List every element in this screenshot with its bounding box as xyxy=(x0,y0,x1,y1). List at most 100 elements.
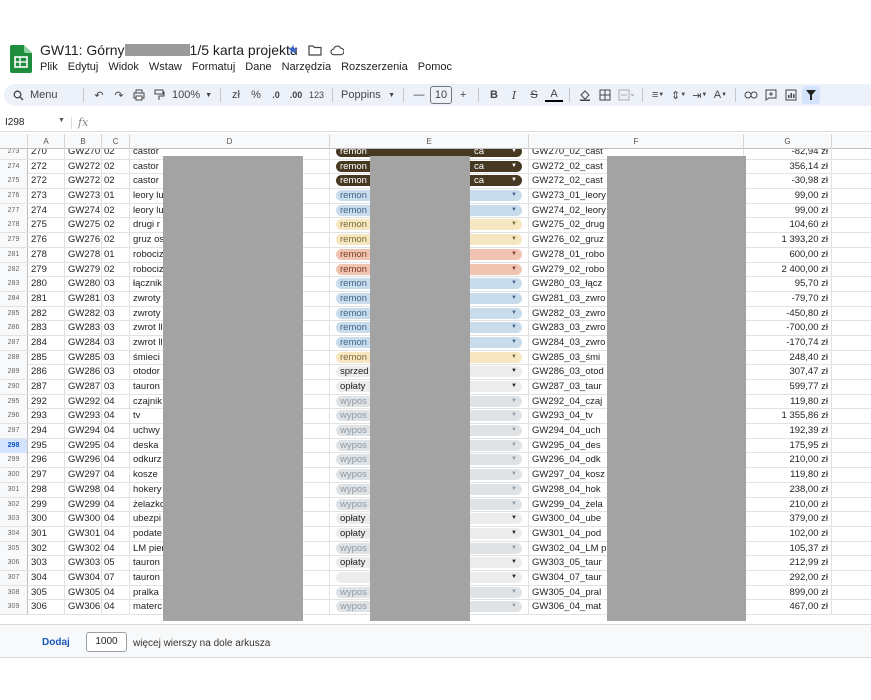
cell-g[interactable]: 307,47 zł xyxy=(744,365,832,380)
cell-b[interactable]: GW295 xyxy=(65,438,102,453)
cell-g[interactable]: 192,39 zł xyxy=(744,424,832,439)
cell-g[interactable]: -82,94 zł xyxy=(744,149,832,159)
row-number[interactable]: 286 xyxy=(0,321,28,336)
cell-b[interactable]: GW270 xyxy=(65,149,102,159)
cell-b[interactable]: GW303 xyxy=(65,556,102,571)
cell-g[interactable]: 599,77 zł xyxy=(744,380,832,394)
cell-b[interactable]: GW273 xyxy=(65,189,102,204)
cell-g[interactable]: 1 355,86 zł xyxy=(744,409,832,424)
cell-c[interactable]: 02 xyxy=(102,174,130,189)
cell-b[interactable]: GW294 xyxy=(65,424,102,439)
cell-a[interactable]: 276 xyxy=(28,233,65,248)
insert-chart-icon[interactable] xyxy=(782,86,800,104)
row-number[interactable]: 287 xyxy=(0,335,28,350)
cell-b[interactable]: GW305 xyxy=(65,585,102,600)
cell-c[interactable]: 04 xyxy=(102,453,130,468)
cell-c[interactable]: 03 xyxy=(102,321,130,336)
cell-c[interactable]: 04 xyxy=(102,409,130,424)
cell-b[interactable]: GW280 xyxy=(65,277,102,292)
cell-g[interactable]: 99,00 zł xyxy=(744,189,832,204)
cell-c[interactable]: 02 xyxy=(102,233,130,248)
row-number[interactable]: 277 xyxy=(0,203,28,218)
paint-format-icon[interactable] xyxy=(150,86,168,104)
cell-b[interactable]: GW281 xyxy=(65,291,102,306)
cell-a[interactable]: 287 xyxy=(28,380,65,394)
row-number[interactable]: 301 xyxy=(0,482,28,497)
cell-a[interactable]: 284 xyxy=(28,335,65,350)
cell-a[interactable]: 275 xyxy=(28,218,65,233)
cell-g[interactable]: 248,40 zł xyxy=(744,350,832,365)
cell-g[interactable]: 210,00 zł xyxy=(744,497,832,512)
text-rotation-icon[interactable]: A ▼ xyxy=(711,86,729,104)
cell-g[interactable]: -700,00 zł xyxy=(744,321,832,336)
cell-g[interactable]: -170,74 zł xyxy=(744,335,832,350)
cell-c[interactable]: 03 xyxy=(102,365,130,380)
row-number[interactable]: 306 xyxy=(0,556,28,571)
cell-b[interactable]: GW285 xyxy=(65,350,102,365)
font-select[interactable]: Poppins ▼ xyxy=(339,86,397,104)
add-rows-button[interactable]: Dodaj xyxy=(42,637,70,648)
row-number[interactable]: 298 xyxy=(0,438,28,453)
column-header-a[interactable]: A xyxy=(28,134,65,149)
row-number[interactable]: 276 xyxy=(0,189,28,204)
cell-a[interactable]: 295 xyxy=(28,438,65,453)
row-number[interactable]: 303 xyxy=(0,512,28,527)
column-header-d[interactable]: D xyxy=(130,134,330,149)
cell-c[interactable]: 03 xyxy=(102,306,130,321)
cell-b[interactable]: GW300 xyxy=(65,512,102,527)
cell-g[interactable]: 175,95 zł xyxy=(744,438,832,453)
cell-a[interactable]: 294 xyxy=(28,424,65,439)
row-number[interactable]: 273 xyxy=(0,149,28,159)
menu-edytuj[interactable]: Edytuj xyxy=(68,61,99,73)
bold-button[interactable]: B xyxy=(485,86,503,104)
menu-rozszerzenia[interactable]: Rozszerzenia xyxy=(341,61,408,73)
cell-a[interactable]: 306 xyxy=(28,600,65,615)
italic-button[interactable]: I xyxy=(505,86,523,104)
cell-b[interactable]: GW284 xyxy=(65,335,102,350)
cell-b[interactable]: GW304 xyxy=(65,570,102,585)
menu-plik[interactable]: Plik xyxy=(40,61,58,73)
cell-a[interactable]: 272 xyxy=(28,159,65,174)
menu-pomoc[interactable]: Pomoc xyxy=(418,61,452,73)
cell-g[interactable]: 210,00 zł xyxy=(744,453,832,468)
cell-b[interactable]: GW302 xyxy=(65,541,102,556)
cell-a[interactable]: 280 xyxy=(28,277,65,292)
cell-a[interactable]: 272 xyxy=(28,174,65,189)
cell-a[interactable]: 298 xyxy=(28,482,65,497)
row-number[interactable]: 309 xyxy=(0,600,28,615)
filter-icon[interactable] xyxy=(802,86,821,104)
cell-c[interactable]: 04 xyxy=(102,468,130,483)
row-number[interactable]: 296 xyxy=(0,409,28,424)
cell-c[interactable]: 04 xyxy=(102,600,130,615)
cell-c[interactable]: 04 xyxy=(102,438,130,453)
cell-c[interactable]: 03 xyxy=(102,277,130,292)
row-number[interactable]: 274 xyxy=(0,159,28,174)
cell-g[interactable]: 119,80 zł xyxy=(744,468,832,483)
cell-c[interactable]: 01 xyxy=(102,247,130,262)
cell-g[interactable]: 102,00 zł xyxy=(744,526,832,541)
row-number[interactable]: 307 xyxy=(0,570,28,585)
cell-c[interactable]: 03 xyxy=(102,291,130,306)
menu-dane[interactable]: Dane xyxy=(245,61,271,73)
row-number[interactable]: 284 xyxy=(0,291,28,306)
cell-a[interactable]: 286 xyxy=(28,365,65,380)
text-wrap-icon[interactable]: ⇥ ▼ xyxy=(690,86,709,104)
cell-c[interactable]: 04 xyxy=(102,526,130,541)
cell-c[interactable]: 02 xyxy=(102,159,130,174)
cell-a[interactable]: 283 xyxy=(28,321,65,336)
select-all-corner[interactable] xyxy=(0,134,28,149)
cell-b[interactable]: GW292 xyxy=(65,394,102,409)
print-icon[interactable] xyxy=(130,86,148,104)
column-header-e[interactable]: E xyxy=(330,134,529,149)
cell-c[interactable]: 04 xyxy=(102,394,130,409)
cell-g[interactable]: 119,80 zł xyxy=(744,394,832,409)
cell-b[interactable]: GW296 xyxy=(65,453,102,468)
text-color-button[interactable]: A xyxy=(545,88,564,102)
row-number[interactable]: 283 xyxy=(0,277,28,292)
cell-a[interactable]: 297 xyxy=(28,468,65,483)
column-header-b[interactable]: B xyxy=(65,134,102,149)
row-number[interactable]: 300 xyxy=(0,468,28,483)
row-number[interactable]: 290 xyxy=(0,380,28,394)
cell-g[interactable]: -450,80 zł xyxy=(744,306,832,321)
row-number[interactable]: 297 xyxy=(0,424,28,439)
